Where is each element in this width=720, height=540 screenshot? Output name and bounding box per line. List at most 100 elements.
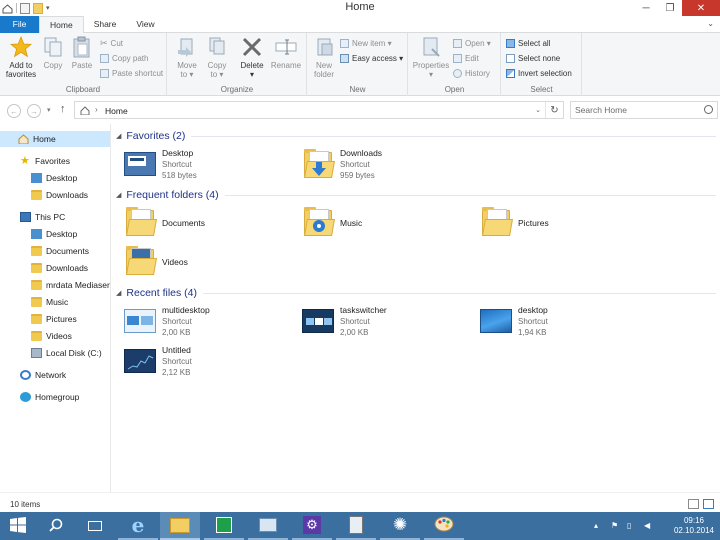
forward-button[interactable]: → [27,104,41,118]
refresh-icon[interactable]: ↻ [545,102,563,118]
tile-frequent-videos[interactable]: Videos [124,245,188,277]
tile-recent-multidesktop[interactable]: multidesktop Shortcut 2,00 KB [124,305,210,338]
collapse-caret-icon[interactable]: ◢ [116,289,121,297]
tab-file[interactable]: File [0,16,39,33]
copy-button[interactable]: Copy [42,36,64,70]
edit-button[interactable]: Edit [453,52,479,65]
maximize-button[interactable]: ❐ [658,0,682,16]
easy-access-icon [340,54,349,63]
taskbar-clock[interactable]: 09:16 02.10.2014 [674,516,714,536]
nav-pc-music[interactable]: Music [31,294,68,310]
nav-this-pc[interactable]: This PC [20,209,65,225]
copy-to-button[interactable]: Copy to ▾ [204,36,230,79]
taskbar-paint[interactable] [424,512,464,540]
add-to-favorites-button[interactable]: Add to favorites [4,35,38,79]
volume-icon[interactable]: ◀ [644,521,653,530]
nav-favorites[interactable]: ★ Favorites [20,153,70,169]
address-dropdown-icon[interactable]: ⌄ [535,106,541,114]
network-status-icon[interactable]: ▯ [627,521,636,530]
tile-name: Desktop [162,148,194,158]
show-hidden-icons[interactable]: ▴ [594,521,603,530]
taskbar-internet-explorer[interactable]: e [118,512,158,540]
cut-button[interactable]: ✂ Cut [100,37,123,50]
address-bar[interactable]: › Home ⌄ ↻ [74,101,564,119]
address-location[interactable]: Home [105,106,128,116]
taskbar-weather[interactable]: ✺ [380,512,420,540]
taskbar-settings[interactable]: ⚙ [292,512,332,540]
tile-frequent-pictures[interactable]: Pictures [480,206,549,238]
nav-network-label: Network [35,370,67,380]
properties-button[interactable]: Properties ▾ [411,36,451,79]
new-folder-button[interactable]: New folder [312,36,336,79]
select-none-button[interactable]: Select none [506,52,560,65]
tile-name: multidesktop [162,305,210,315]
paste-shortcut-button[interactable]: Paste shortcut [100,67,163,80]
select-all-button[interactable]: Select all [506,37,550,50]
section-frequent-title: Frequent folders (4) [126,189,219,201]
recent-locations-icon[interactable]: ▾ [47,106,51,114]
section-recent[interactable]: ◢ Recent files (4) [116,287,716,299]
section-frequent[interactable]: ◢ Frequent folders (4) [116,189,716,201]
details-view-icon[interactable] [688,499,699,509]
taskbar-network-manager[interactable] [248,512,288,540]
tile-recent-desktop[interactable]: desktop Shortcut 1,94 KB [480,305,548,338]
nav-fav-downloads[interactable]: Downloads [31,187,88,203]
paste-button[interactable]: Paste [70,36,94,70]
taskbar-calculator[interactable] [336,512,376,540]
taskbar-search-button[interactable] [38,512,74,540]
open-button[interactable]: Open ▾ [453,37,491,50]
search-box[interactable] [570,101,718,119]
tile-recent-untitled[interactable]: Untitled Shortcut 2,12 KB [124,345,192,378]
nav-pc-mrdata-label: mrdata Mediaserv [46,280,110,290]
close-button[interactable]: ✕ [682,0,720,16]
search-icon[interactable] [704,105,713,114]
chevron-down-icon[interactable]: ⌄ [707,19,714,28]
tile-size: 2,12 KB [162,368,191,377]
collapse-caret-icon[interactable]: ◢ [116,191,121,199]
section-favorites[interactable]: ◢ Favorites (2) [116,130,716,142]
nav-pc-desktop[interactable]: Desktop [31,226,77,242]
copy-path-button[interactable]: Copy path [100,52,148,65]
collapse-caret-icon[interactable]: ◢ [116,132,121,140]
nav-pc-videos[interactable]: Videos [31,328,72,344]
search-input[interactable] [575,104,695,116]
history-button[interactable]: History [453,67,490,80]
new-folder-label: New folder [313,61,334,79]
nav-pc-local-disk[interactable]: Local Disk (C:) [31,345,102,361]
tile-frequent-music[interactable]: Music [302,206,362,238]
tile-favorite-downloads[interactable]: Downloads Shortcut 959 bytes [302,148,382,181]
taskbar-file-explorer[interactable] [160,512,200,540]
start-button[interactable] [0,512,36,540]
minimize-button[interactable]: ─ [634,0,658,16]
nav-network[interactable]: Network [20,367,66,383]
tab-view[interactable]: View [126,16,164,33]
tab-home[interactable]: Home [39,16,84,34]
invert-selection-button[interactable]: Invert selection [506,67,572,80]
tile-name: desktop [518,305,548,315]
nav-fav-desktop[interactable]: Desktop [31,170,77,186]
large-icons-view-icon[interactable] [703,499,714,509]
action-center-flag-icon[interactable]: ⚑ [611,521,620,530]
tile-recent-taskswitcher[interactable]: taskswitcher Shortcut 2,00 KB [302,305,387,338]
rename-button[interactable]: Rename [270,36,302,70]
history-label: History [465,69,490,78]
breadcrumb-arrow-icon[interactable]: › [95,105,98,114]
back-button[interactable]: ← [7,104,21,118]
nav-pc-documents[interactable]: Documents [31,243,89,259]
tile-frequent-documents[interactable]: Documents [124,206,205,238]
nav-pc-pictures[interactable]: Pictures [31,311,77,327]
move-to-button[interactable]: Move to ▾ [174,36,200,79]
up-arrow-icon[interactable]: ↑ [60,103,66,115]
easy-access-button[interactable]: Easy access ▾ [340,52,403,65]
delete-button[interactable]: Delete ▾ [238,36,266,79]
nav-home[interactable]: Home [0,131,110,147]
nav-pc-mrdata[interactable]: mrdata Mediaserv [31,277,110,293]
taskbar-store[interactable] [204,512,244,540]
tab-share[interactable]: Share [84,16,127,33]
new-item-button[interactable]: New item ▾ [340,37,392,50]
nav-homegroup[interactable]: Homegroup [20,389,79,405]
task-view-button[interactable] [77,512,113,540]
nav-pc-downloads[interactable]: Downloads [31,260,88,276]
tile-type: Shortcut [340,160,370,169]
tile-favorite-desktop[interactable]: Desktop Shortcut 518 bytes [124,148,197,181]
